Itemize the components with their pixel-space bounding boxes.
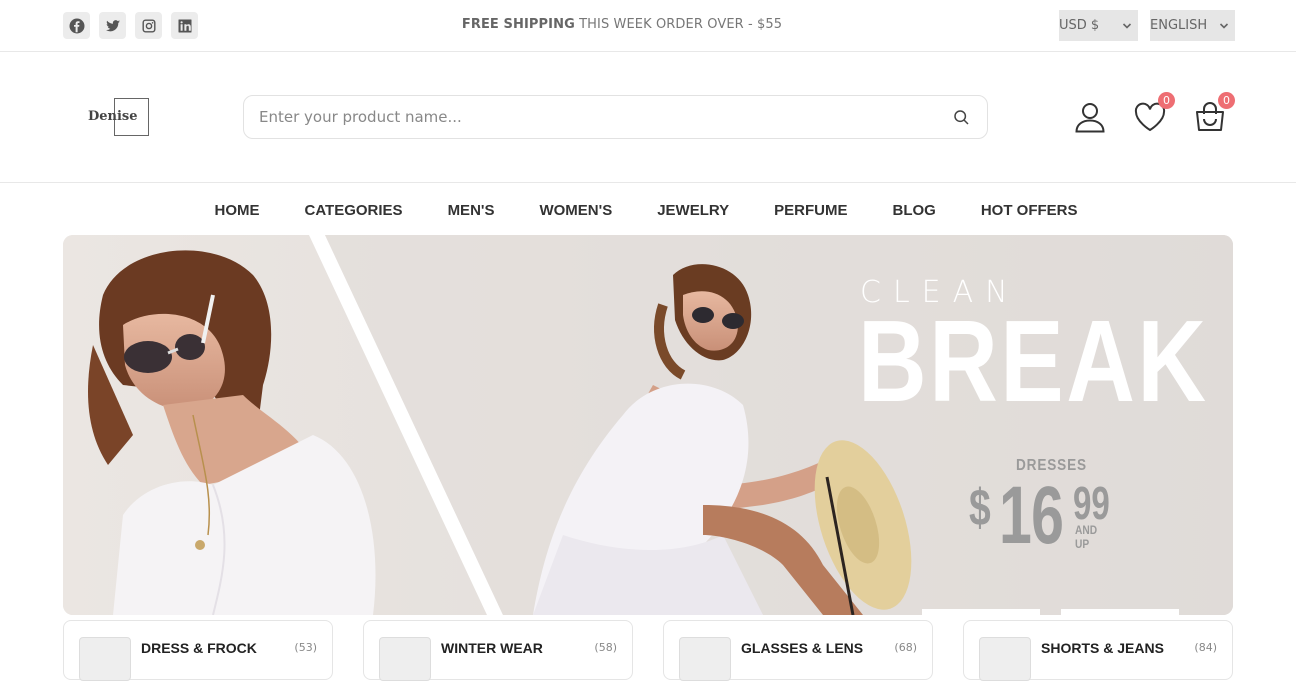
search-icon[interactable]	[953, 109, 970, 126]
shipping-notice: FREE SHIPPING THIS WEEK ORDER OVER - $55	[0, 17, 1244, 32]
category-name: WINTER WEAR	[441, 640, 543, 656]
nav-item-blog[interactable]: BLOG	[893, 196, 936, 226]
search-bar	[243, 95, 988, 139]
cart-count-badge: 0	[1218, 92, 1235, 109]
nav-item-perfume[interactable]: PERFUME	[774, 196, 847, 226]
account-button[interactable]	[1073, 100, 1107, 134]
nav-item-mens[interactable]: MEN'S	[448, 196, 495, 226]
slider-indicator[interactable]	[1061, 609, 1179, 615]
language-select[interactable]: ENGLISH	[1150, 10, 1235, 41]
cart-button[interactable]: 0	[1193, 92, 1235, 134]
header: Denise 0 0	[0, 52, 1296, 183]
search-input[interactable]	[259, 96, 939, 138]
category-card-glasses-lens[interactable]: GLASSES & LENS (68)	[663, 620, 933, 681]
category-thumbnail	[979, 637, 1031, 681]
wishlist-count-badge: 0	[1158, 92, 1175, 109]
nav-item-home[interactable]: HOME	[214, 196, 259, 226]
nav-item-hot-offers[interactable]: HOT OFFERS	[981, 196, 1078, 226]
top-bar: FREE SHIPPING THIS WEEK ORDER OVER - $55…	[0, 0, 1296, 52]
shipping-notice-text: THIS WEEK ORDER OVER - $55	[574, 17, 783, 32]
wishlist-button[interactable]: 0	[1133, 92, 1175, 134]
category-name: DRESS & FROCK	[141, 640, 257, 656]
category-count: (58)	[594, 641, 617, 654]
banner-price-currency: $	[969, 479, 991, 537]
hero-banner[interactable]: CLEAN BREAK DRESSES $ 16 99 AND UP	[63, 235, 1233, 615]
nav-item-jewelry[interactable]: JEWELRY	[657, 196, 729, 226]
category-count: (53)	[294, 641, 317, 654]
category-thumbnail	[79, 637, 131, 681]
category-count: (84)	[1194, 641, 1217, 654]
main-nav: HOME CATEGORIES MEN'S WOMEN'S JEWELRY PE…	[0, 196, 1296, 226]
slider-indicator[interactable]	[922, 609, 1040, 615]
nav-item-categories[interactable]: CATEGORIES	[304, 196, 402, 226]
banner-price-suffix: AND UP	[1075, 523, 1098, 551]
banner-title-line2: BREAK	[858, 296, 1209, 426]
category-name: GLASSES & LENS	[741, 640, 864, 656]
user-icon	[1075, 103, 1105, 133]
language-select-value: ENGLISH	[1150, 18, 1208, 33]
banner-price-decimal: 99	[1073, 477, 1110, 529]
shipping-notice-bold: FREE SHIPPING	[461, 17, 575, 32]
category-count: (68)	[894, 641, 917, 654]
category-card-winter-wear[interactable]: WINTER WEAR (58)	[363, 620, 633, 681]
currency-select[interactable]: USD $	[1059, 10, 1138, 41]
category-thumbnail	[679, 637, 731, 681]
banner-price-integer: 16	[999, 470, 1064, 561]
category-card-dress-frock[interactable]: DRESS & FROCK (53)	[63, 620, 333, 681]
category-thumbnail	[379, 637, 431, 681]
category-name: SHORTS & JEANS	[1041, 640, 1164, 656]
nav-item-womens[interactable]: WOMEN'S	[539, 196, 612, 226]
logo-text: Denise	[88, 109, 138, 124]
logo[interactable]: Denise	[88, 98, 150, 136]
category-card-shorts-jeans[interactable]: SHORTS & JEANS (84)	[963, 620, 1233, 681]
category-list: DRESS & FROCK (53) WINTER WEAR (58) GLAS…	[63, 620, 1233, 681]
currency-select-value: USD $	[1059, 18, 1100, 33]
locale-selects: USD $ ENGLISH	[1059, 10, 1235, 41]
chevron-down-icon	[1219, 22, 1229, 29]
chevron-down-icon	[1122, 22, 1132, 29]
main-nav-list: HOME CATEGORIES MEN'S WOMEN'S JEWELRY PE…	[214, 196, 1077, 226]
